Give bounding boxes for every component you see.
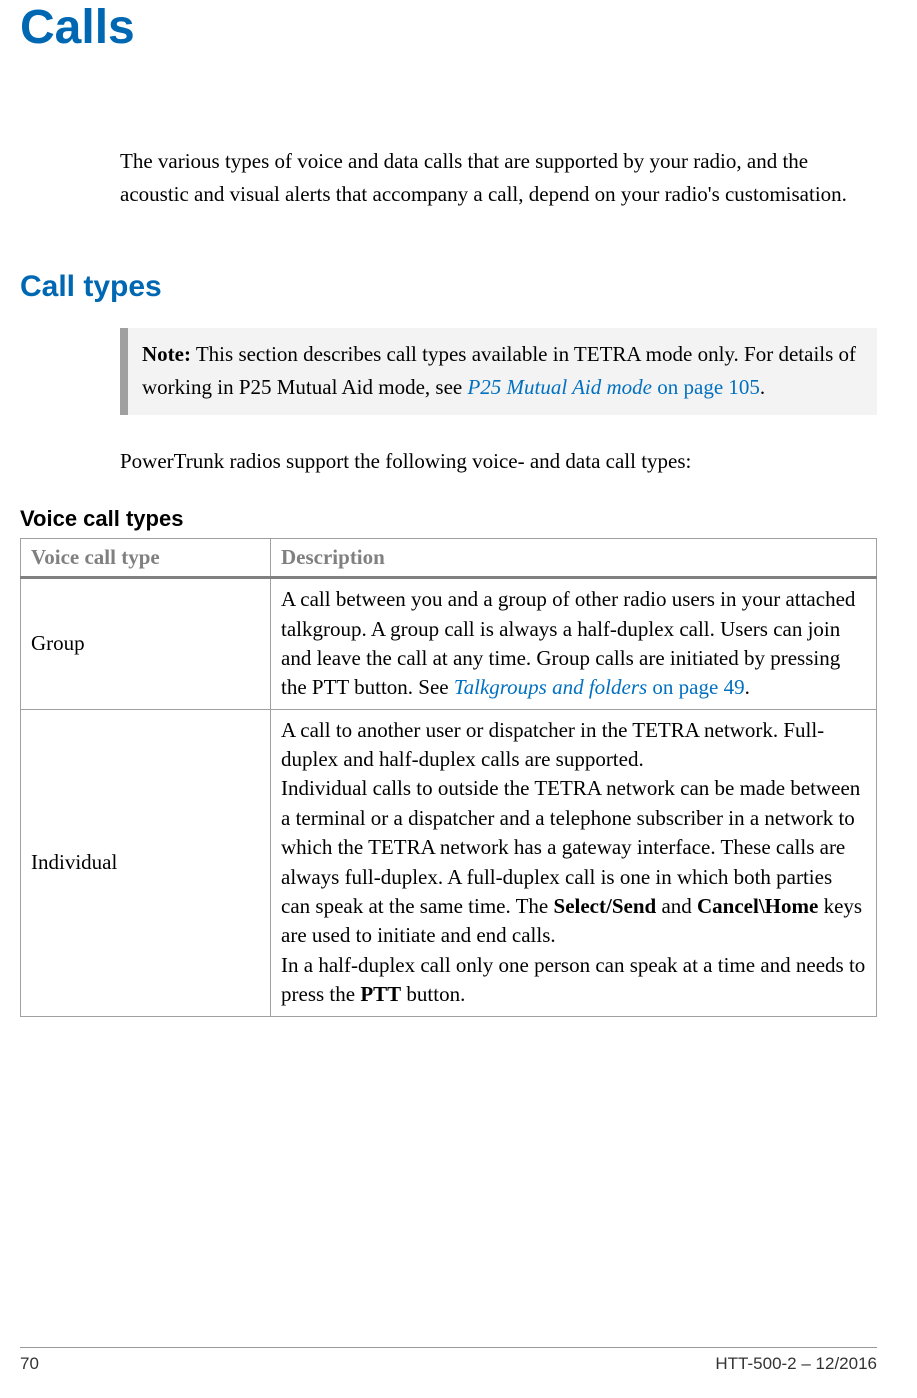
voice-call-types-table: Voice call type Description Group A call… [20,538,877,1017]
note-block: Note: This section describes call types … [120,328,877,415]
voice-call-types-heading: Voice call types [20,506,877,532]
cell-desc-individual: A call to another user or dispatcher in … [271,709,877,1016]
group-desc-link[interactable]: Talkgroups and folders [454,675,647,699]
individual-para2-mid: and [656,894,697,918]
note-link[interactable]: P25 Mutual Aid mode [467,375,652,399]
individual-para3-post: button. [401,982,465,1006]
page-footer: 70 HTT-500-2 – 12/2016 [20,1347,877,1374]
individual-para2: Individual calls to outside the TETRA ne… [281,774,866,950]
cell-type-individual: Individual [21,709,271,1016]
intro-paragraph: The various types of voice and data call… [120,145,877,210]
page-title: Calls [20,0,877,55]
individual-para3: In a half-duplex call only one person ca… [281,951,866,1010]
ptt-key: PTT [360,982,401,1006]
select-send-key: Select/Send [554,894,657,918]
group-desc-link-page[interactable]: on page 49 [647,675,744,699]
table-header-description: Description [271,538,877,577]
group-desc-period: . [745,675,750,699]
individual-para1: A call to another user or dispatcher in … [281,716,866,775]
table-row: Group A call between you and a group of … [21,578,877,710]
doc-id: HTT-500-2 – 12/2016 [715,1354,877,1374]
section-call-types-heading: Call types [20,270,877,304]
table-row: Individual A call to another user or dis… [21,709,877,1016]
support-line: PowerTrunk radios support the following … [120,445,877,478]
cell-type-group: Group [21,578,271,710]
cancel-home-key: Cancel\Home [697,894,818,918]
note-link-page[interactable]: on page 105 [652,375,760,399]
table-header-type: Voice call type [21,538,271,577]
note-period: . [760,375,765,399]
note-label: Note: [142,342,191,366]
page-number: 70 [20,1354,39,1374]
cell-desc-group: A call between you and a group of other … [271,578,877,710]
